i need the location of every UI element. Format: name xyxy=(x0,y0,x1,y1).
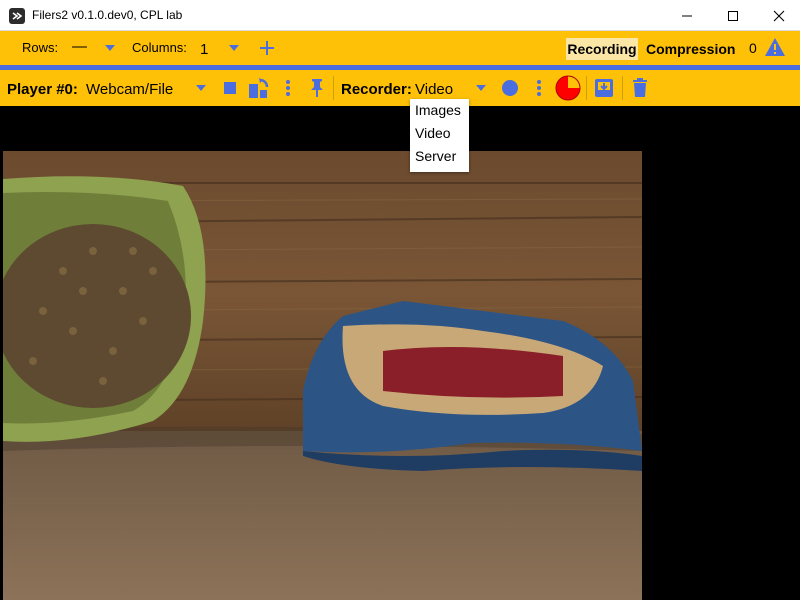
window-title: Filers2 v0.1.0.dev0, CPL lab xyxy=(32,8,183,22)
record-icon[interactable] xyxy=(501,79,519,97)
player-source-dropdown-icon[interactable] xyxy=(196,85,206,91)
warning-icon[interactable] xyxy=(764,37,786,57)
minimize-icon xyxy=(682,15,692,16)
close-icon xyxy=(773,10,785,21)
rows-value[interactable]: — xyxy=(72,38,87,55)
close-button[interactable] xyxy=(756,0,800,31)
video-frame xyxy=(3,151,642,600)
player-label: Player #0: xyxy=(7,81,78,98)
recorder-option-video[interactable]: Video xyxy=(410,122,469,145)
recorder-label: Recorder: xyxy=(341,81,412,98)
save-snapshot-icon[interactable] xyxy=(594,78,614,98)
rows-dropdown-icon[interactable] xyxy=(105,45,115,51)
tab-compression[interactable]: Compression xyxy=(646,38,735,60)
columns-value[interactable]: 1 xyxy=(200,41,208,58)
stop-icon[interactable] xyxy=(224,82,236,94)
columns-label: Columns: xyxy=(132,40,187,55)
pin-icon[interactable] xyxy=(309,78,325,98)
disk-usage-icon xyxy=(555,75,581,101)
recorder-type[interactable]: Video xyxy=(415,81,453,98)
recorder-menu-icon[interactable] xyxy=(535,79,543,97)
camera-image xyxy=(3,151,642,600)
tab-recording[interactable]: Recording xyxy=(566,38,638,60)
separator xyxy=(622,76,623,100)
window-titlebar: Filers2 v0.1.0.dev0, CPL lab xyxy=(0,0,800,31)
delete-icon[interactable] xyxy=(631,78,649,98)
maximize-button[interactable] xyxy=(710,0,756,31)
recorder-type-dropdown: Images Video Server xyxy=(410,99,469,172)
columns-dropdown-icon[interactable] xyxy=(229,45,239,51)
separator xyxy=(586,76,587,100)
app-icon xyxy=(9,8,25,24)
recorder-type-dropdown-icon[interactable] xyxy=(476,85,486,91)
player-source[interactable]: Webcam/File xyxy=(86,81,173,98)
recorder-option-images[interactable]: Images xyxy=(410,99,469,122)
recorder-option-server[interactable]: Server xyxy=(410,145,469,168)
warning-count: 0 xyxy=(749,40,757,56)
player-menu-icon[interactable] xyxy=(284,79,292,97)
refresh-icon[interactable] xyxy=(247,77,269,99)
maximize-icon xyxy=(728,10,738,21)
rows-label: Rows: xyxy=(22,40,59,55)
separator xyxy=(333,76,334,100)
minimize-button[interactable] xyxy=(664,0,710,31)
add-icon[interactable] xyxy=(259,40,275,56)
